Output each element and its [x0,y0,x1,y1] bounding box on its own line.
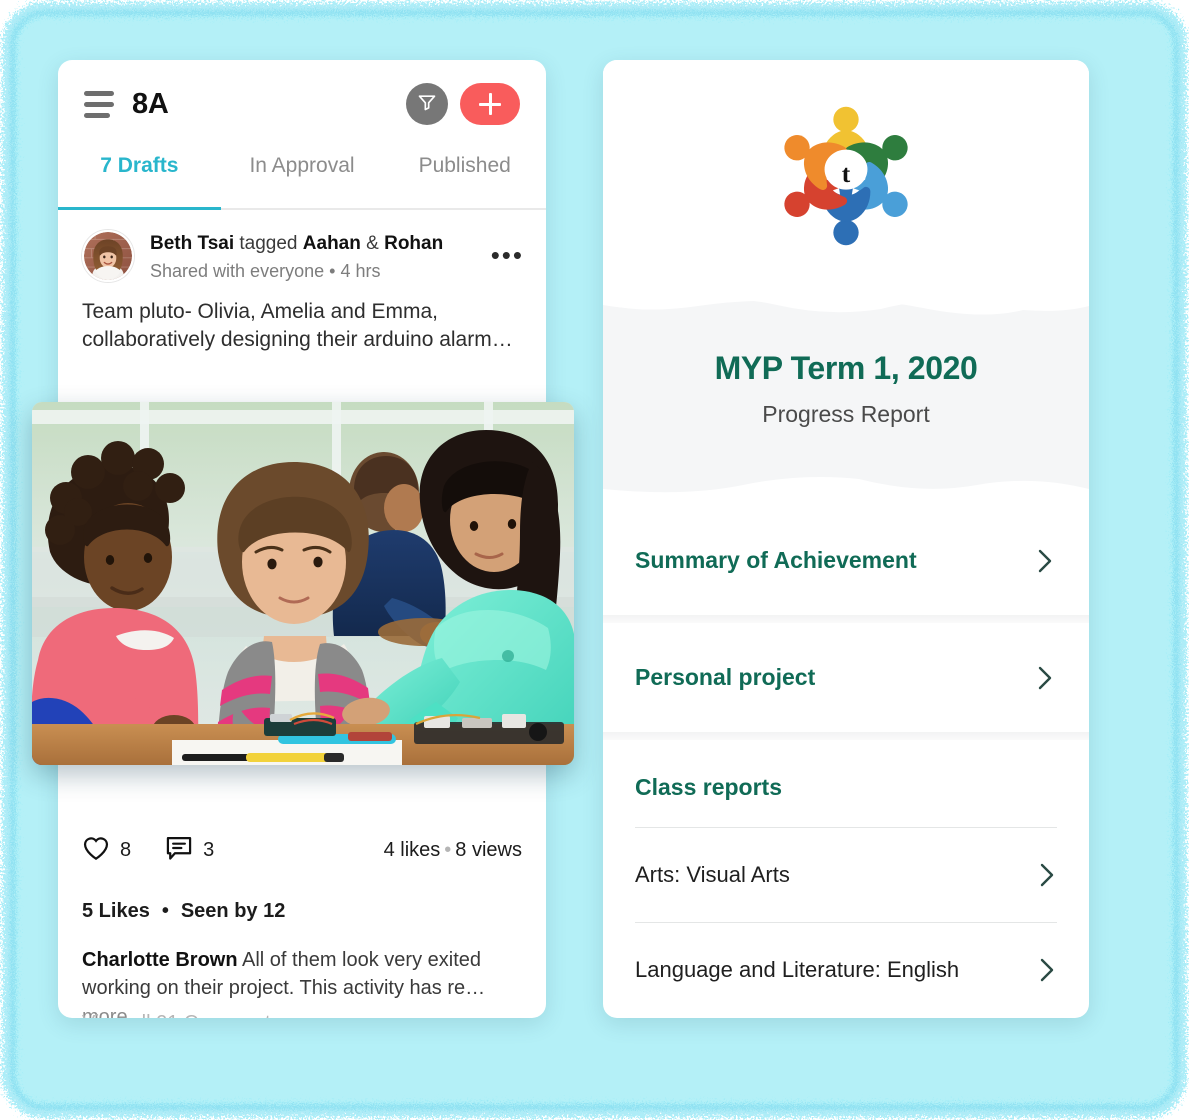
report-title: MYP Term 1, 2020 [714,350,978,386]
post-action: tagged [234,233,303,254]
feed-toolbar: 8A [58,60,546,148]
tab-published[interactable]: Published [383,148,546,208]
post-visibility-line: Shared with everyone • 4 hrs [150,261,491,282]
post-visibility: Shared with everyone [150,260,325,281]
chevron-right-icon [1037,954,1057,986]
views-summary: 8 views [455,839,522,861]
post-image[interactable] [32,402,574,765]
hamburger-bar [84,90,114,96]
hamburger-menu-icon[interactable] [84,90,114,118]
view-all-comments-link[interactable]: View all 21 Comments [58,1012,546,1018]
social-dot: • [161,900,169,922]
top-comment: Charlotte Brown All of them look very ex… [58,946,546,1018]
report-subtitle: Progress Report [762,401,930,427]
add-post-button[interactable] [460,83,520,125]
tab-in-approval-label: In Approval [249,154,355,177]
post-timestamp: 4 hrs [340,260,381,281]
post-attribution: Beth Tsai tagged Aahan & Rohan [150,232,491,257]
tab-published-label: Published [418,154,511,177]
class-reports-heading: Class reports [635,774,783,800]
likes-summary: 4 likes [383,839,441,861]
post-author: Beth Tsai [150,233,235,254]
band-wave-bottom [603,477,1089,501]
like-count: 8 [120,839,132,861]
feed-tabs: 7 Drafts In Approval Published [58,148,546,210]
logo-center-letter: t [842,160,851,188]
hamburger-bar [84,101,114,107]
engagement-bar: 8 3 4 likes • 8 views [58,835,546,866]
row-language-and-literature-english[interactable]: Language and Literature: English [635,923,1057,1017]
row-arts-visual-arts[interactable]: Arts: Visual Arts [635,828,1057,922]
row-personal-project[interactable]: Personal project [603,623,1089,732]
likes-label[interactable]: 5 Likes [82,900,150,922]
seen-by-label[interactable]: Seen by 12 [181,900,286,922]
comment-bubble-icon [165,835,193,866]
post-header: Beth Tsai tagged Aahan & Rohan Shared wi… [58,210,546,282]
heart-icon [82,835,110,866]
section-divider [603,615,1089,623]
row-label: Language and Literature: English [635,957,960,982]
chevron-right-icon [1037,859,1057,891]
summary-separator: • [444,839,452,861]
chevron-right-icon [1035,662,1055,694]
row-label: Personal project [635,664,816,690]
school-logo-area: t [603,60,1089,292]
social-proof-row: 5 Likes • Seen by 12 [58,900,546,923]
page-title: 8A [132,87,169,120]
section-divider [603,732,1089,740]
avatar[interactable] [82,230,134,282]
comment-author[interactable]: Charlotte Brown [82,949,238,971]
engagement-summary: 4 likes • 8 views [384,839,522,862]
row-label: Summary of Achievement [635,547,917,573]
tab-drafts-label: 7 Drafts [100,154,179,177]
tab-in-approval[interactable]: In Approval [221,148,384,208]
post-tagged-2[interactable]: Rohan [384,233,443,254]
post-body-text: Team pluto- Olivia, Amelia and Emma, col… [82,300,513,352]
class-reports-list: Arts: Visual Arts Language and Literatur… [603,827,1089,1017]
filter-funnel-icon [417,92,437,117]
post-bullet: • [329,260,336,281]
teamie-people-circle-logo: t [768,98,924,254]
comment-count: 3 [203,839,215,861]
post-meta: Beth Tsai tagged Aahan & Rohan Shared wi… [150,230,491,282]
post-overflow-menu-icon[interactable]: ••• [491,230,524,268]
report-sections-list: Summary of Achievement Personal project … [603,500,1089,1017]
like-button[interactable]: 8 [82,835,131,866]
progress-report-card: t MYP Term 1, 2020 Progress Report Summa… [603,60,1089,1018]
report-title-band: MYP Term 1, 2020 Progress Report [603,291,1089,501]
plus-icon [479,93,501,115]
comment-button[interactable]: 3 [165,835,214,866]
row-summary-of-achievement[interactable]: Summary of Achievement [603,506,1089,615]
chevron-right-icon [1035,545,1055,577]
hamburger-bar [84,112,110,118]
post-amp: & [360,233,385,254]
row-label: Arts: Visual Arts [635,862,790,887]
filter-button[interactable] [406,83,448,125]
tab-drafts[interactable]: 7 Drafts [58,148,221,210]
post-tagged-1[interactable]: Aahan [303,233,361,254]
